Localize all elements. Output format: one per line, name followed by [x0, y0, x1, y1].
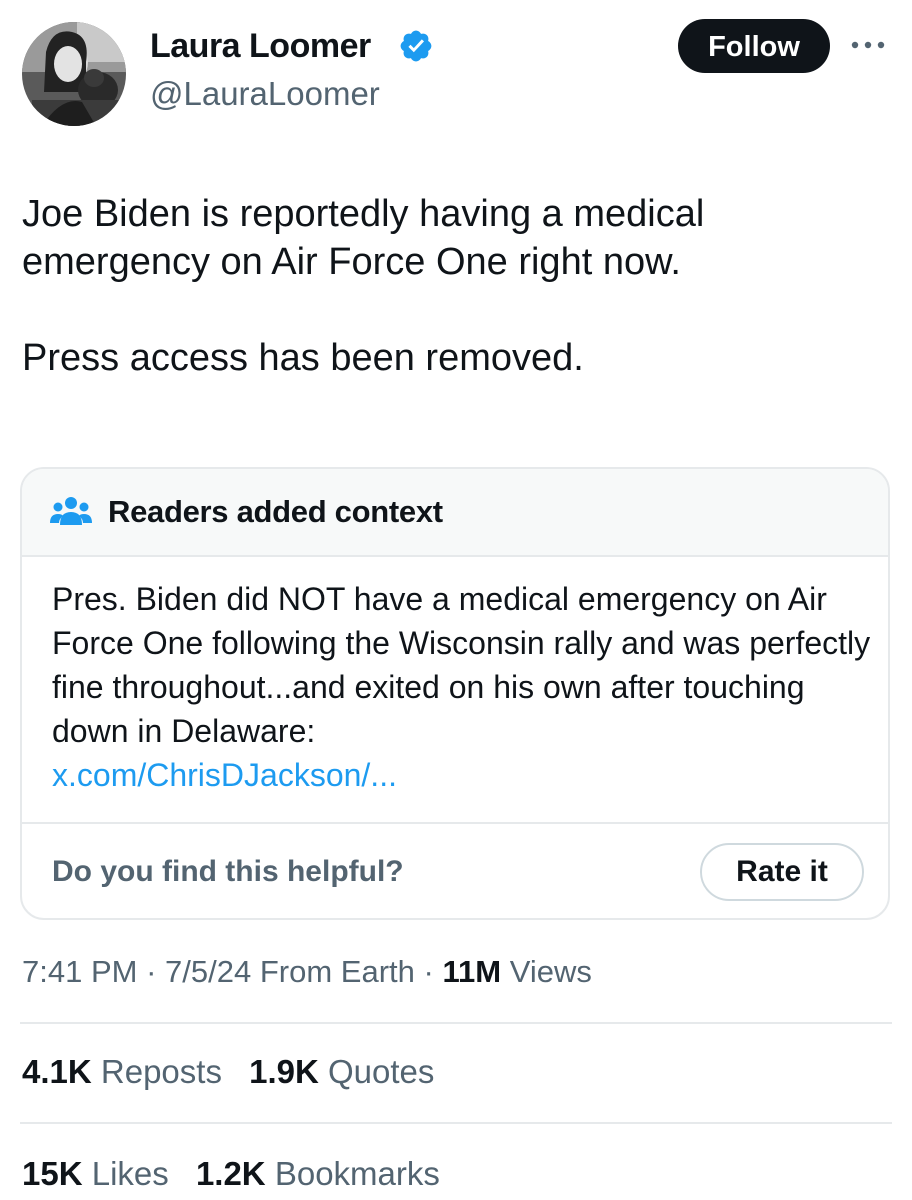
divider	[22, 822, 888, 824]
reposts-count: 4.1K	[22, 1053, 92, 1090]
likes-count: 15K	[22, 1155, 83, 1192]
tweet-text: Joe Biden is reportedly having a medical…	[22, 190, 882, 382]
reposts-label: Reposts	[100, 1053, 222, 1090]
engagement-row-2: 15K Likes 1.2K Bookmarks	[22, 1154, 458, 1194]
community-note-body: Pres. Biden did NOT have a medical emerg…	[52, 577, 872, 797]
reposts-stat[interactable]: 4.1K Reposts	[22, 1052, 222, 1092]
divider	[20, 1122, 892, 1124]
author-handle[interactable]: @LauraLoomer	[150, 74, 380, 114]
quotes-label: Quotes	[328, 1053, 435, 1090]
tweet-source: From Earth	[259, 954, 415, 989]
views-label: Views	[509, 954, 592, 989]
tweet-time[interactable]: 7:41 PM	[22, 954, 137, 989]
follow-button[interactable]: Follow	[678, 19, 830, 73]
community-note-card: Readers added context Pres. Biden did NO…	[20, 467, 890, 920]
avatar-photo	[22, 22, 126, 126]
community-note-link[interactable]: x.com/ChrisDJackson/...	[52, 753, 872, 797]
quotes-count: 1.9K	[249, 1053, 319, 1090]
community-note-title: Readers added context	[108, 494, 443, 529]
engagement-row-1: 4.1K Reposts 1.9K Quotes	[22, 1052, 452, 1092]
bookmarks-count: 1.2K	[195, 1155, 266, 1192]
tweet-paragraph: Joe Biden is reportedly having a medical…	[22, 193, 705, 283]
meta-separator: ·	[423, 954, 434, 989]
author-display-name[interactable]: Laura Loomer	[150, 26, 371, 66]
divider	[20, 1022, 892, 1024]
tweet-paragraph: Press access has been removed.	[22, 337, 584, 379]
tweet-date[interactable]: 7/5/24	[165, 954, 251, 989]
community-note-header: Readers added context	[22, 469, 888, 557]
likes-label: Likes	[91, 1155, 169, 1192]
community-note-text: Pres. Biden did NOT have a medical emerg…	[52, 581, 871, 749]
verified-badge-icon	[400, 30, 432, 62]
meta-separator: ·	[146, 954, 157, 989]
views-count: 11M	[442, 954, 502, 989]
people-icon	[50, 497, 92, 525]
likes-stat[interactable]: 15K Likes	[22, 1154, 169, 1194]
more-options-icon[interactable]	[846, 34, 890, 56]
tweet-meta: 7:41 PM · 7/5/24 From Earth · 11M Views	[22, 953, 592, 991]
rate-it-button[interactable]: Rate it	[700, 843, 864, 901]
bookmarks-stat[interactable]: 1.2K Bookmarks	[196, 1154, 440, 1194]
bookmarks-label: Bookmarks	[274, 1155, 440, 1192]
helpful-question: Do you find this helpful?	[52, 855, 404, 888]
avatar[interactable]	[22, 22, 126, 126]
quotes-stat[interactable]: 1.9K Quotes	[249, 1052, 434, 1092]
